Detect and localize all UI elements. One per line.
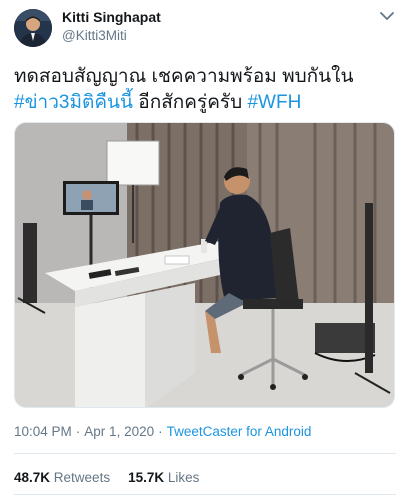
tweet-metadata: 10:04 PM · Apr 1, 2020 · TweetCaster for And… <box>14 424 311 439</box>
tweet-photo[interactable] <box>14 122 395 408</box>
likes-stat[interactable]: 15.7K Likes <box>128 470 199 485</box>
likes-label: Likes <box>167 470 200 485</box>
tweet-text-line-2: #ข่าว3มิติคืนนี้ อีกสักครู่ครับ #WFH <box>14 90 404 116</box>
tweet-text: ทดสอบสัญญาณ เชคความพร้อม พบกันใน #ข่าว3ม… <box>14 64 404 116</box>
profile-photo-icon <box>14 9 52 47</box>
hashtag-link[interactable]: #ข่าว3มิติคืนนี้ <box>14 92 133 113</box>
display-name[interactable]: Kitti Singhapat <box>62 9 161 25</box>
tweet-text-line-1: ทดสอบสัญญาณ เชคความพร้อม พบกันใน <box>14 66 354 87</box>
divider <box>14 453 396 454</box>
retweets-count: 48.7K <box>14 470 51 485</box>
avatar[interactable] <box>14 9 52 47</box>
meta-separator: · <box>158 424 163 439</box>
meta-separator: · <box>75 424 81 439</box>
user-handle[interactable]: @Kitti3Miti <box>62 28 127 43</box>
tweet-time[interactable]: 10:04 PM <box>14 424 72 439</box>
likes-count: 15.7K <box>128 470 165 485</box>
tweet-source-link[interactable]: TweetCaster for Android <box>167 424 312 439</box>
hashtag-link[interactable]: #WFH <box>247 92 301 113</box>
retweets-stat[interactable]: 48.7K Retweets <box>14 470 110 485</box>
divider <box>14 494 396 495</box>
chevron-down-icon[interactable] <box>378 9 396 23</box>
retweets-label: Retweets <box>53 470 111 485</box>
tweet-card: Kitti Singhapat @Kitti3Miti ทดสอบสัญญาณ … <box>0 0 410 500</box>
engagement-stats: 48.7K Retweets 15.7K Likes <box>14 470 199 485</box>
tweet-date[interactable]: Apr 1, 2020 <box>84 424 154 439</box>
tweet-text-segment: อีกสักครู่ครับ <box>133 92 248 113</box>
